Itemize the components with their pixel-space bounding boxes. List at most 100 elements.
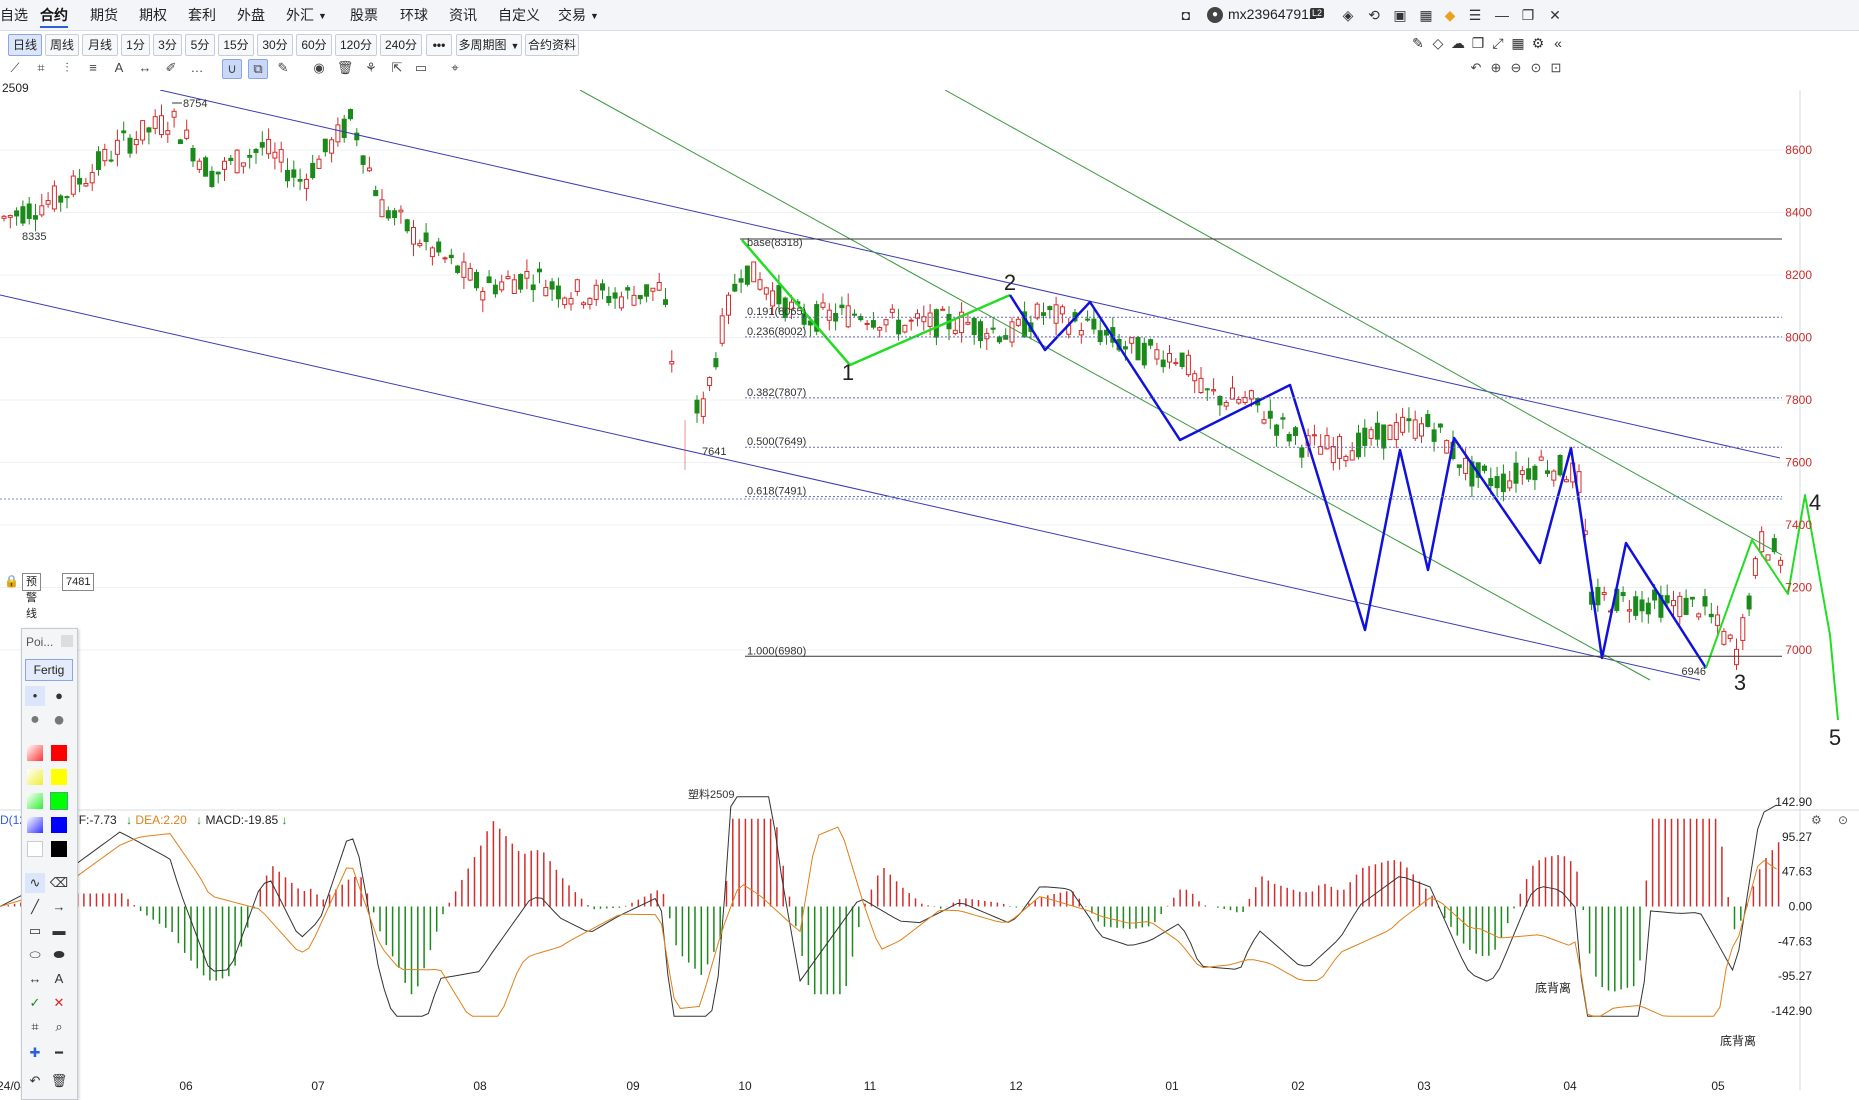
menu-custom[interactable]: 自定义 (498, 0, 540, 30)
bell-icon[interactable]: ◆ (1442, 7, 1458, 23)
close-icon[interactable]: ✕ (1547, 7, 1563, 23)
kline-chart[interactable]: base(8318) 0.191(8065) 0.236(8002) 0.382(78… (0, 90, 1859, 1098)
menu-trade[interactable]: 交易 ▼ (558, 0, 599, 30)
expand-icon[interactable]: ⤢ (1490, 35, 1506, 51)
multi-period-button[interactable]: 多周期图 ▼ (456, 34, 522, 56)
period-daily[interactable]: 日线 (8, 34, 42, 56)
settings-icon[interactable]: ⚙ (1530, 35, 1546, 51)
check-icon[interactable]: ✓ (25, 993, 45, 1013)
tree-icon[interactable]: ⚘ (362, 59, 380, 77)
large-dot-icon[interactable]: ● (25, 710, 45, 730)
bell-icon[interactable]: ◇ (1430, 35, 1446, 51)
alert-line-value[interactable]: 7481 (62, 573, 95, 591)
maximize-icon[interactable]: ⊡ (1547, 59, 1565, 77)
filled-rectangle-icon[interactable]: ▬ (49, 921, 69, 941)
text-icon[interactable]: A (49, 969, 69, 989)
menu-news[interactable]: 资讯 (449, 0, 477, 30)
period-120min[interactable]: 120分 (335, 34, 377, 56)
xlarge-dot-icon[interactable]: ● (49, 710, 69, 730)
small-dot-icon[interactable]: • (25, 686, 45, 706)
zoom-in-icon[interactable]: ⊕ (1487, 59, 1505, 77)
yellow-light-swatch[interactable] (27, 769, 43, 785)
undo-icon[interactable]: ↶ (1467, 59, 1485, 77)
trendline-icon[interactable]: ⟋ (6, 59, 24, 77)
minus-icon[interactable]: ━ (49, 1043, 69, 1063)
contract-info-button[interactable]: 合约资料 (525, 34, 579, 56)
trash-icon[interactable]: 🗑 (336, 59, 354, 77)
text-icon[interactable]: A (110, 59, 128, 77)
eye-icon[interactable]: ◉ (310, 59, 328, 77)
magnet-icon[interactable]: ∪ (222, 59, 242, 79)
minimize-icon[interactable]: — (1494, 7, 1510, 23)
pencil-icon[interactable]: ✎ (274, 59, 292, 77)
black-swatch[interactable] (51, 841, 67, 857)
menu-stocks[interactable]: 股票 (350, 0, 378, 30)
menu-arbitrage[interactable]: 套利 (188, 0, 216, 30)
plus-icon[interactable]: ✚ (25, 1043, 45, 1063)
menu-overseas[interactable]: 外盘 (237, 0, 265, 30)
comment-icon[interactable]: ▭ (412, 59, 430, 77)
more-icon[interactable]: … (188, 59, 206, 77)
arrow-icon[interactable]: → (49, 897, 69, 917)
freehand-icon[interactable]: ∿ (25, 873, 45, 893)
fib-icon[interactable]: ≡ (84, 59, 102, 77)
red-swatch[interactable] (51, 745, 67, 761)
zoom-icon[interactable]: ⌕ (49, 1017, 69, 1037)
close-icon[interactable] (61, 635, 73, 647)
measure-icon[interactable]: ↔ (136, 59, 154, 77)
period-5min[interactable]: 5分 (185, 34, 215, 56)
grid-icon[interactable]: ▦ (1510, 35, 1526, 51)
rectangle-icon[interactable]: ▭ (25, 921, 45, 941)
menu-contract[interactable]: 合约 (40, 0, 68, 30)
menu-watchlist[interactable]: 自选 (0, 0, 28, 30)
cloud-icon[interactable]: ☁ (1450, 35, 1466, 51)
cross-icon[interactable]: ✕ (49, 993, 69, 1013)
crop-icon[interactable]: ⌗ (32, 59, 50, 77)
username[interactable]: mx239647912 (1228, 6, 1317, 22)
eraser-icon[interactable]: ⌫ (49, 873, 69, 893)
menu-global[interactable]: 环球 (400, 0, 428, 30)
period-15min[interactable]: 15分 (218, 34, 254, 56)
period-3min[interactable]: 3分 (153, 34, 182, 56)
reset-zoom-icon[interactable]: ⊙ (1527, 59, 1545, 77)
video-icon[interactable]: ▣ (1392, 7, 1408, 23)
zoom-out-icon[interactable]: ⊖ (1507, 59, 1525, 77)
double-arrow-icon[interactable]: ↔ (25, 969, 45, 989)
red-light-swatch[interactable] (27, 745, 43, 761)
export-icon[interactable]: ⇱ (388, 59, 406, 77)
fork-icon[interactable]: ⫶ (58, 59, 76, 77)
alert-line-label[interactable]: 预警线 (22, 573, 41, 620)
layers-icon[interactable]: ◈ (1340, 7, 1356, 23)
green-light-swatch[interactable] (27, 793, 43, 809)
filled-ellipse-icon[interactable]: ⬬ (49, 945, 69, 965)
menu-options[interactable]: 期权 (139, 0, 167, 30)
restore-icon[interactable]: ❐ (1520, 7, 1536, 23)
copy-icon[interactable]: ❐ (1470, 35, 1486, 51)
blue-light-swatch[interactable] (27, 817, 43, 833)
white-swatch[interactable] (27, 841, 43, 857)
settings-icon[interactable]: ⚙ (1811, 813, 1822, 827)
robot-icon[interactable]: ◘ (1178, 7, 1194, 23)
lock-draw-icon[interactable]: ⧉ (248, 59, 268, 79)
done-button[interactable]: Fertig (25, 659, 73, 681)
ellipse-icon[interactable]: ⬭ (25, 945, 45, 965)
image-icon[interactable]: ▦ (1418, 7, 1434, 23)
lock-icon[interactable]: 🔒 (4, 574, 19, 588)
blue-swatch[interactable] (51, 817, 67, 833)
ruler-icon[interactable]: ⌖ (446, 59, 464, 77)
collapse-icon[interactable]: « (1550, 35, 1566, 51)
trash-icon[interactable]: 🗑 (49, 1071, 69, 1091)
yellow-swatch[interactable] (51, 769, 67, 785)
period-60min[interactable]: 60分 (296, 34, 332, 56)
brush-icon[interactable]: ✐ (162, 59, 180, 77)
menu-forex[interactable]: 外汇 ▼ (286, 0, 327, 30)
avatar[interactable]: ● (1207, 7, 1223, 23)
settings-icon[interactable]: ⊙ (1838, 813, 1848, 827)
crop-icon[interactable]: ⌗ (25, 1017, 45, 1037)
period-30min[interactable]: 30分 (257, 34, 293, 56)
line-icon[interactable]: ╱ (25, 897, 45, 917)
period-weekly[interactable]: 周线 (45, 34, 79, 56)
menu-icon[interactable]: ☰ (1467, 7, 1483, 23)
period-monthly[interactable]: 月线 (82, 34, 118, 56)
more-periods-button[interactable]: ••• (426, 34, 452, 56)
